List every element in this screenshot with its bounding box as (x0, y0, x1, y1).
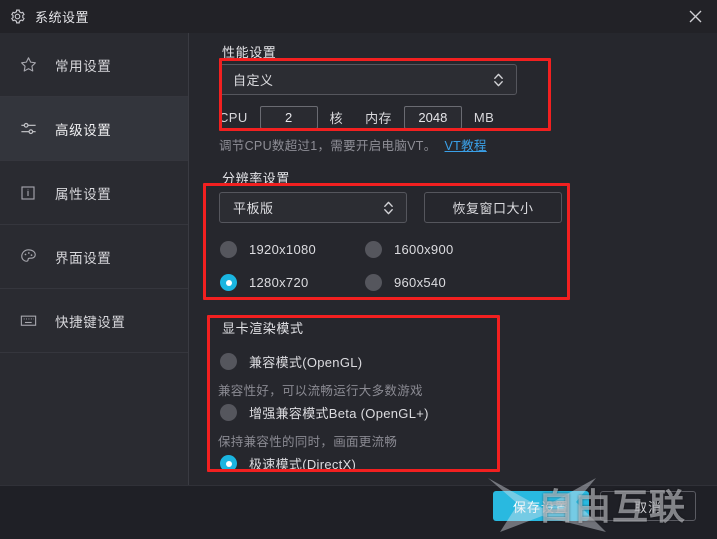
chevron-updown-icon (493, 72, 504, 88)
save-button[interactable]: 保存设置 (493, 491, 589, 521)
performance-preset-value: 自定义 (233, 73, 274, 88)
radio-circle (365, 274, 382, 291)
resolution-section-title: 分辨率设置 (222, 171, 291, 186)
window-title: 系统设置 (35, 10, 90, 25)
sidebar-item-label: 界面设置 (55, 250, 112, 266)
resolution-option-1280[interactable]: 1280x720 (220, 274, 309, 291)
render-mode-desc-opengl: 兼容性好，可以流畅运行大多数游戏 (218, 384, 423, 398)
settings-content: 性能设置 自定义 CPU 核 内存 MB 调节CPU数超过1，需要开启电脑VT。… (189, 33, 717, 485)
sidebar-item-hotkeys[interactable]: 快捷键设置 (0, 289, 188, 353)
radio-circle (220, 404, 237, 421)
vt-hint-text: 调节CPU数超过1，需要开启电脑VT。 (219, 139, 437, 153)
resolution-preset-select[interactable]: 平板版 (219, 192, 407, 223)
keyboard-icon (18, 311, 38, 331)
resolution-option-960[interactable]: 960x540 (365, 274, 446, 291)
render-mode-section-title: 显卡渲染模式 (222, 321, 304, 336)
sidebar-item-label: 属性设置 (55, 186, 112, 202)
cpu-memory-row: CPU 核 内存 MB (219, 106, 494, 129)
render-mode-option-label: 极速模式(DirectX) (249, 457, 357, 472)
palette-icon (18, 247, 38, 267)
radio-circle (220, 241, 237, 258)
render-mode-option-directx[interactable]: 极速模式(DirectX) (220, 454, 356, 473)
radio-circle (220, 353, 237, 370)
render-mode-option-label: 增强兼容模式Beta (OpenGL+) (249, 406, 429, 421)
chevron-updown-icon (383, 200, 394, 216)
resolution-option-label: 960x540 (394, 275, 446, 290)
title-bar: 系统设置 (0, 0, 717, 33)
sidebar: 常用设置 高级设置 属性设置 界面设置 快捷键设置 (0, 33, 189, 485)
resolution-option-1920[interactable]: 1920x1080 (220, 241, 316, 258)
sidebar-item-common[interactable]: 常用设置 (0, 33, 188, 97)
resolution-option-1600[interactable]: 1600x900 (365, 241, 454, 258)
resolution-preset-value: 平板版 (233, 201, 274, 216)
settings-window: 系统设置 常用设置 高级设置 属性设置 界面设置 快捷键设置 性能设置 自定义 … (0, 0, 717, 539)
cpu-label: CPU (219, 110, 248, 125)
resolution-option-label: 1600x900 (394, 242, 454, 257)
cpu-unit-label: 核 (329, 111, 344, 126)
memory-label: 内存 (365, 111, 392, 126)
resolution-option-label: 1280x720 (249, 275, 309, 290)
performance-section-title: 性能设置 (222, 45, 277, 60)
sidebar-item-interface[interactable]: 界面设置 (0, 225, 188, 289)
memory-unit-label: MB (473, 110, 495, 125)
vt-hint: 调节CPU数超过1，需要开启电脑VT。 VT教程 (219, 135, 487, 154)
cpu-cores-input[interactable] (259, 106, 318, 129)
restore-window-size-button[interactable]: 恢复窗口大小 (424, 192, 562, 223)
cancel-button[interactable]: 取消 (600, 491, 696, 521)
memory-size-input[interactable] (403, 106, 462, 129)
close-icon[interactable] (673, 0, 717, 33)
gear-icon (9, 8, 26, 25)
vt-tutorial-link[interactable]: VT教程 (445, 139, 487, 153)
sidebar-item-label: 快捷键设置 (55, 314, 126, 330)
info-box-icon (18, 183, 38, 203)
radio-circle-selected (220, 274, 237, 291)
radio-circle-selected (220, 455, 237, 472)
render-mode-option-label: 兼容模式(OpenGL) (249, 355, 363, 370)
render-mode-option-opengl-plus[interactable]: 增强兼容模式Beta (OpenGL+) (220, 403, 429, 422)
resolution-option-label: 1920x1080 (249, 242, 317, 257)
render-mode-desc-opengl-plus: 保持兼容性的同时，画面更流畅 (218, 435, 398, 449)
sidebar-item-label: 高级设置 (55, 122, 112, 138)
render-mode-option-opengl[interactable]: 兼容模式(OpenGL) (220, 352, 362, 371)
radio-circle (365, 241, 382, 258)
sidebar-item-label: 常用设置 (55, 58, 112, 74)
performance-preset-select[interactable]: 自定义 (219, 64, 517, 95)
sidebar-item-advanced[interactable]: 高级设置 (0, 97, 188, 161)
sliders-icon (18, 119, 38, 139)
star-icon (18, 55, 38, 75)
sidebar-item-properties[interactable]: 属性设置 (0, 161, 188, 225)
